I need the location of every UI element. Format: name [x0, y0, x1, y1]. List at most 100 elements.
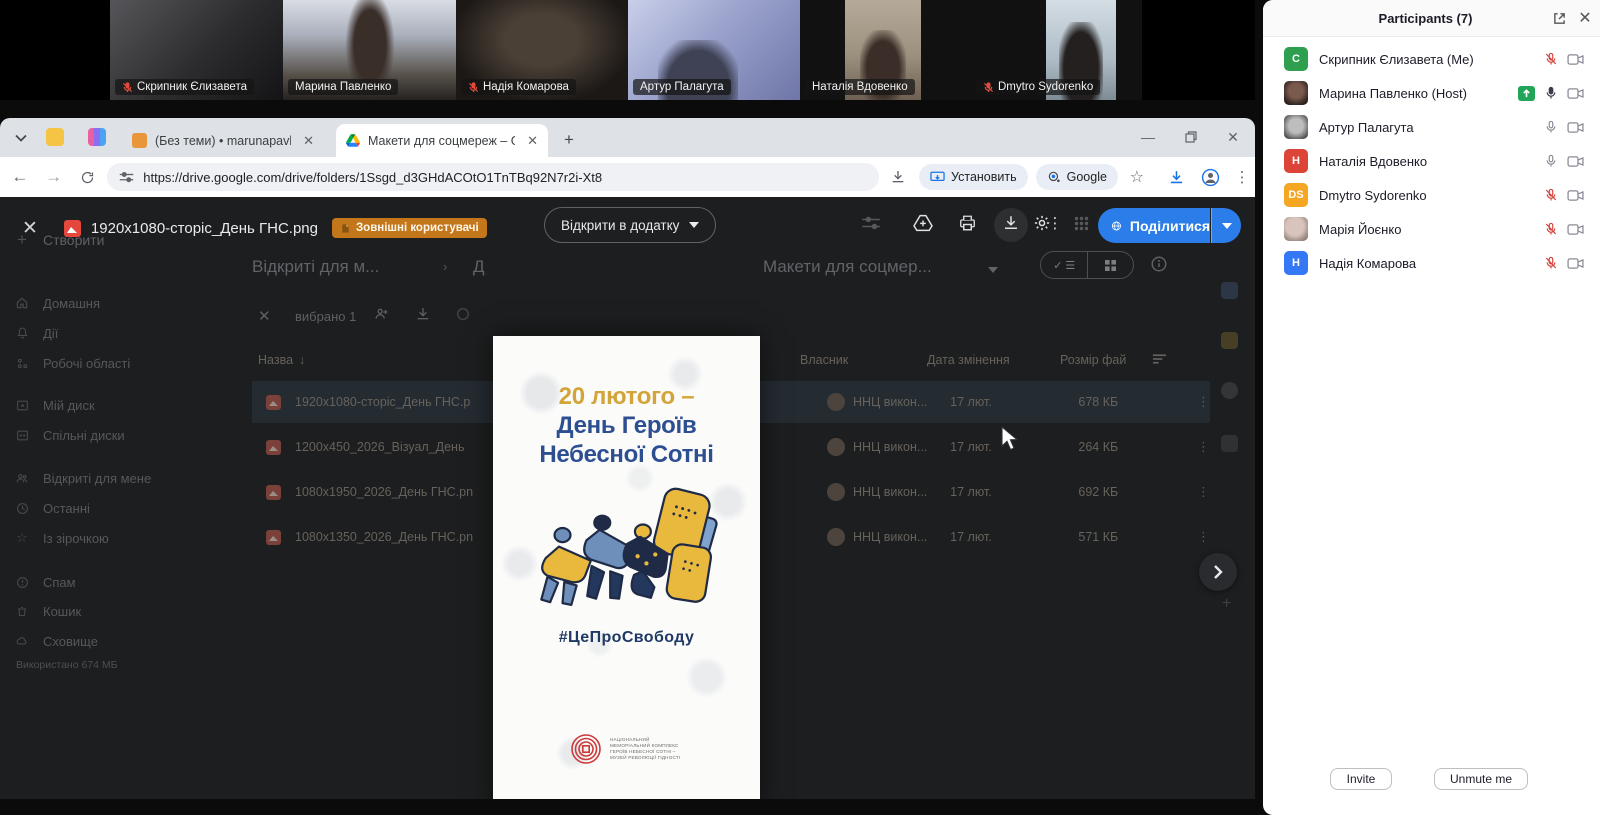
- participant-row[interactable]: H Наталія Вдовенко: [1263, 144, 1600, 178]
- video-tile[interactable]: Надія Комарова: [456, 0, 628, 100]
- tab-google-drive-active[interactable]: Макети для соцмереж – Goog ✕: [336, 124, 548, 157]
- keep-side-icon[interactable]: [1221, 332, 1238, 349]
- clear-selection-icon[interactable]: ✕: [258, 307, 271, 325]
- participant-row[interactable]: Марина Павленко (Host): [1263, 76, 1600, 110]
- apps-grid-icon[interactable]: [1070, 212, 1092, 234]
- unmute-me-button[interactable]: Unmute me: [1434, 768, 1528, 790]
- row-menu-icon[interactable]: ⋮: [1197, 529, 1210, 545]
- folder-menu-caret-icon[interactable]: [988, 267, 998, 273]
- column-header-modified[interactable]: Дата змінення: [927, 353, 1010, 367]
- calendar-side-icon[interactable]: [1221, 282, 1238, 299]
- share-button[interactable]: Поділитися: [1098, 208, 1210, 243]
- tab-gmail-compose[interactable]: (Без теми) • marunapavlenko@ ✕: [122, 124, 324, 157]
- sidebar-item-spam[interactable]: Спам: [14, 574, 76, 590]
- open-in-app-button[interactable]: Відкрити в додатку: [544, 207, 716, 243]
- window-close-button[interactable]: ✕: [1216, 122, 1250, 152]
- camera-icon[interactable]: [1567, 223, 1584, 236]
- sidebar-item-starred[interactable]: ☆ Із зірочкою: [14, 530, 109, 546]
- camera-icon[interactable]: [1567, 53, 1584, 66]
- pinned-tab-keep-icon[interactable]: [46, 128, 64, 146]
- row-menu-icon[interactable]: ⋮: [1197, 439, 1210, 455]
- poster-preview-image[interactable]: 20 лютого – День Героїв Небесної Сотні: [493, 336, 760, 799]
- popout-icon[interactable]: [1548, 7, 1570, 29]
- add-to-drive-icon[interactable]: [912, 212, 934, 234]
- share-selected-icon[interactable]: [373, 306, 390, 327]
- preview-close-icon[interactable]: ✕: [22, 217, 38, 240]
- participant-row[interactable]: Марія Йоєнко: [1263, 212, 1600, 246]
- camera-icon[interactable]: [1567, 87, 1584, 100]
- close-panel-icon[interactable]: ✕: [1574, 7, 1596, 29]
- preview-more-icon[interactable]: ⋮: [1048, 212, 1062, 234]
- muted-mic-icon[interactable]: [1544, 188, 1558, 202]
- sidebar-item-shared-drives[interactable]: Спільні диски: [14, 427, 125, 443]
- participant-row[interactable]: H Надія Комарова: [1263, 246, 1600, 280]
- sidebar-item-storage[interactable]: Сховище: [14, 633, 98, 649]
- address-bar[interactable]: https://drive.google.com/drive/folders/1…: [107, 163, 879, 191]
- side-plus-icon[interactable]: +: [1222, 595, 1231, 613]
- tab-search-chevron-icon[interactable]: [8, 126, 34, 150]
- tab-close-icon[interactable]: ✕: [527, 133, 538, 149]
- muted-mic-icon[interactable]: [1544, 256, 1558, 270]
- tasks-side-icon[interactable]: [1221, 382, 1238, 399]
- row-menu-icon[interactable]: ⋮: [1197, 484, 1210, 500]
- video-tile-active-speaker[interactable]: Марина Павленко: [283, 0, 456, 100]
- participant-row[interactable]: DS Dmytro Sydorenko: [1263, 178, 1600, 212]
- print-icon[interactable]: [956, 212, 978, 234]
- mic-icon[interactable]: [1544, 120, 1558, 134]
- site-info-icon[interactable]: [119, 171, 134, 184]
- grid-view-button[interactable]: [1088, 252, 1134, 278]
- column-header-size[interactable]: Розмір фай: [1060, 353, 1126, 367]
- breadcrumb-current-folder[interactable]: Макети для соцмер...: [763, 257, 932, 277]
- camera-icon[interactable]: [1567, 121, 1584, 134]
- camera-icon[interactable]: [1567, 257, 1584, 270]
- view-toggle[interactable]: ✓ ☰: [1040, 251, 1134, 279]
- sort-options-icon[interactable]: [1152, 352, 1167, 370]
- participant-row[interactable]: Артур Палагута: [1263, 110, 1600, 144]
- download-icon[interactable]: [885, 164, 911, 190]
- forward-button[interactable]: →: [40, 163, 68, 191]
- video-tile[interactable]: Артур Палагута: [628, 0, 800, 100]
- sidebar-item-activity[interactable]: Дії: [14, 325, 58, 341]
- downloads-active-icon[interactable]: [1164, 164, 1190, 190]
- tab-close-icon[interactable]: ✕: [303, 133, 314, 149]
- invite-button[interactable]: Invite: [1330, 768, 1392, 790]
- new-tab-button[interactable]: +: [556, 127, 582, 153]
- list-view-selected[interactable]: ✓ ☰: [1041, 252, 1088, 278]
- info-icon[interactable]: [1150, 255, 1168, 278]
- camera-icon[interactable]: [1567, 189, 1584, 202]
- window-restore-button[interactable]: [1174, 122, 1208, 152]
- mic-icon[interactable]: [1544, 154, 1558, 168]
- muted-mic-icon[interactable]: [1544, 52, 1558, 66]
- window-minimize-button[interactable]: —: [1131, 122, 1165, 152]
- tune-icon[interactable]: [860, 212, 882, 234]
- browser-menu-icon[interactable]: ⋮: [1229, 164, 1255, 190]
- install-app-chip[interactable]: Установить: [919, 164, 1028, 190]
- google-lens-chip[interactable]: Google: [1036, 164, 1118, 190]
- row-menu-icon[interactable]: ⋮: [1197, 394, 1210, 410]
- contacts-side-icon[interactable]: [1221, 435, 1238, 452]
- video-tile[interactable]: Dmytro Sydorenko: [971, 0, 1142, 100]
- participant-row[interactable]: C Скрипник Єлизавета (Me): [1263, 42, 1600, 76]
- sidebar-item-shared-with-me[interactable]: Відкриті для мене: [14, 470, 151, 486]
- reload-button[interactable]: [74, 163, 102, 191]
- column-header-name[interactable]: Назва↓: [258, 353, 305, 367]
- sidebar-item-home[interactable]: Домашня: [14, 295, 100, 311]
- muted-mic-icon[interactable]: [1544, 222, 1558, 236]
- profile-avatar-icon[interactable]: [1197, 164, 1223, 190]
- download-selected-icon[interactable]: [415, 306, 431, 327]
- column-header-owner[interactable]: Власник: [800, 353, 848, 367]
- pinned-tab-icon[interactable]: [88, 128, 106, 146]
- video-tile[interactable]: Скрипник Єлизавета: [110, 0, 283, 100]
- bookmark-star-icon[interactable]: ☆: [1124, 164, 1150, 190]
- back-button[interactable]: ←: [6, 163, 34, 191]
- preview-download-icon[interactable]: [1000, 212, 1022, 234]
- sidebar-item-trash[interactable]: Кошик: [14, 603, 81, 619]
- breadcrumb-root[interactable]: Відкриті для м...: [252, 257, 379, 277]
- sidebar-item-my-drive[interactable]: Мій диск: [14, 397, 95, 413]
- next-file-button[interactable]: [1199, 553, 1237, 591]
- breadcrumb-mid[interactable]: Д: [473, 257, 485, 277]
- mic-icon[interactable]: [1544, 86, 1558, 100]
- video-tile[interactable]: Наталія Вдовенко: [800, 0, 971, 100]
- camera-icon[interactable]: [1567, 155, 1584, 168]
- sidebar-item-recent[interactable]: Останні: [14, 500, 90, 516]
